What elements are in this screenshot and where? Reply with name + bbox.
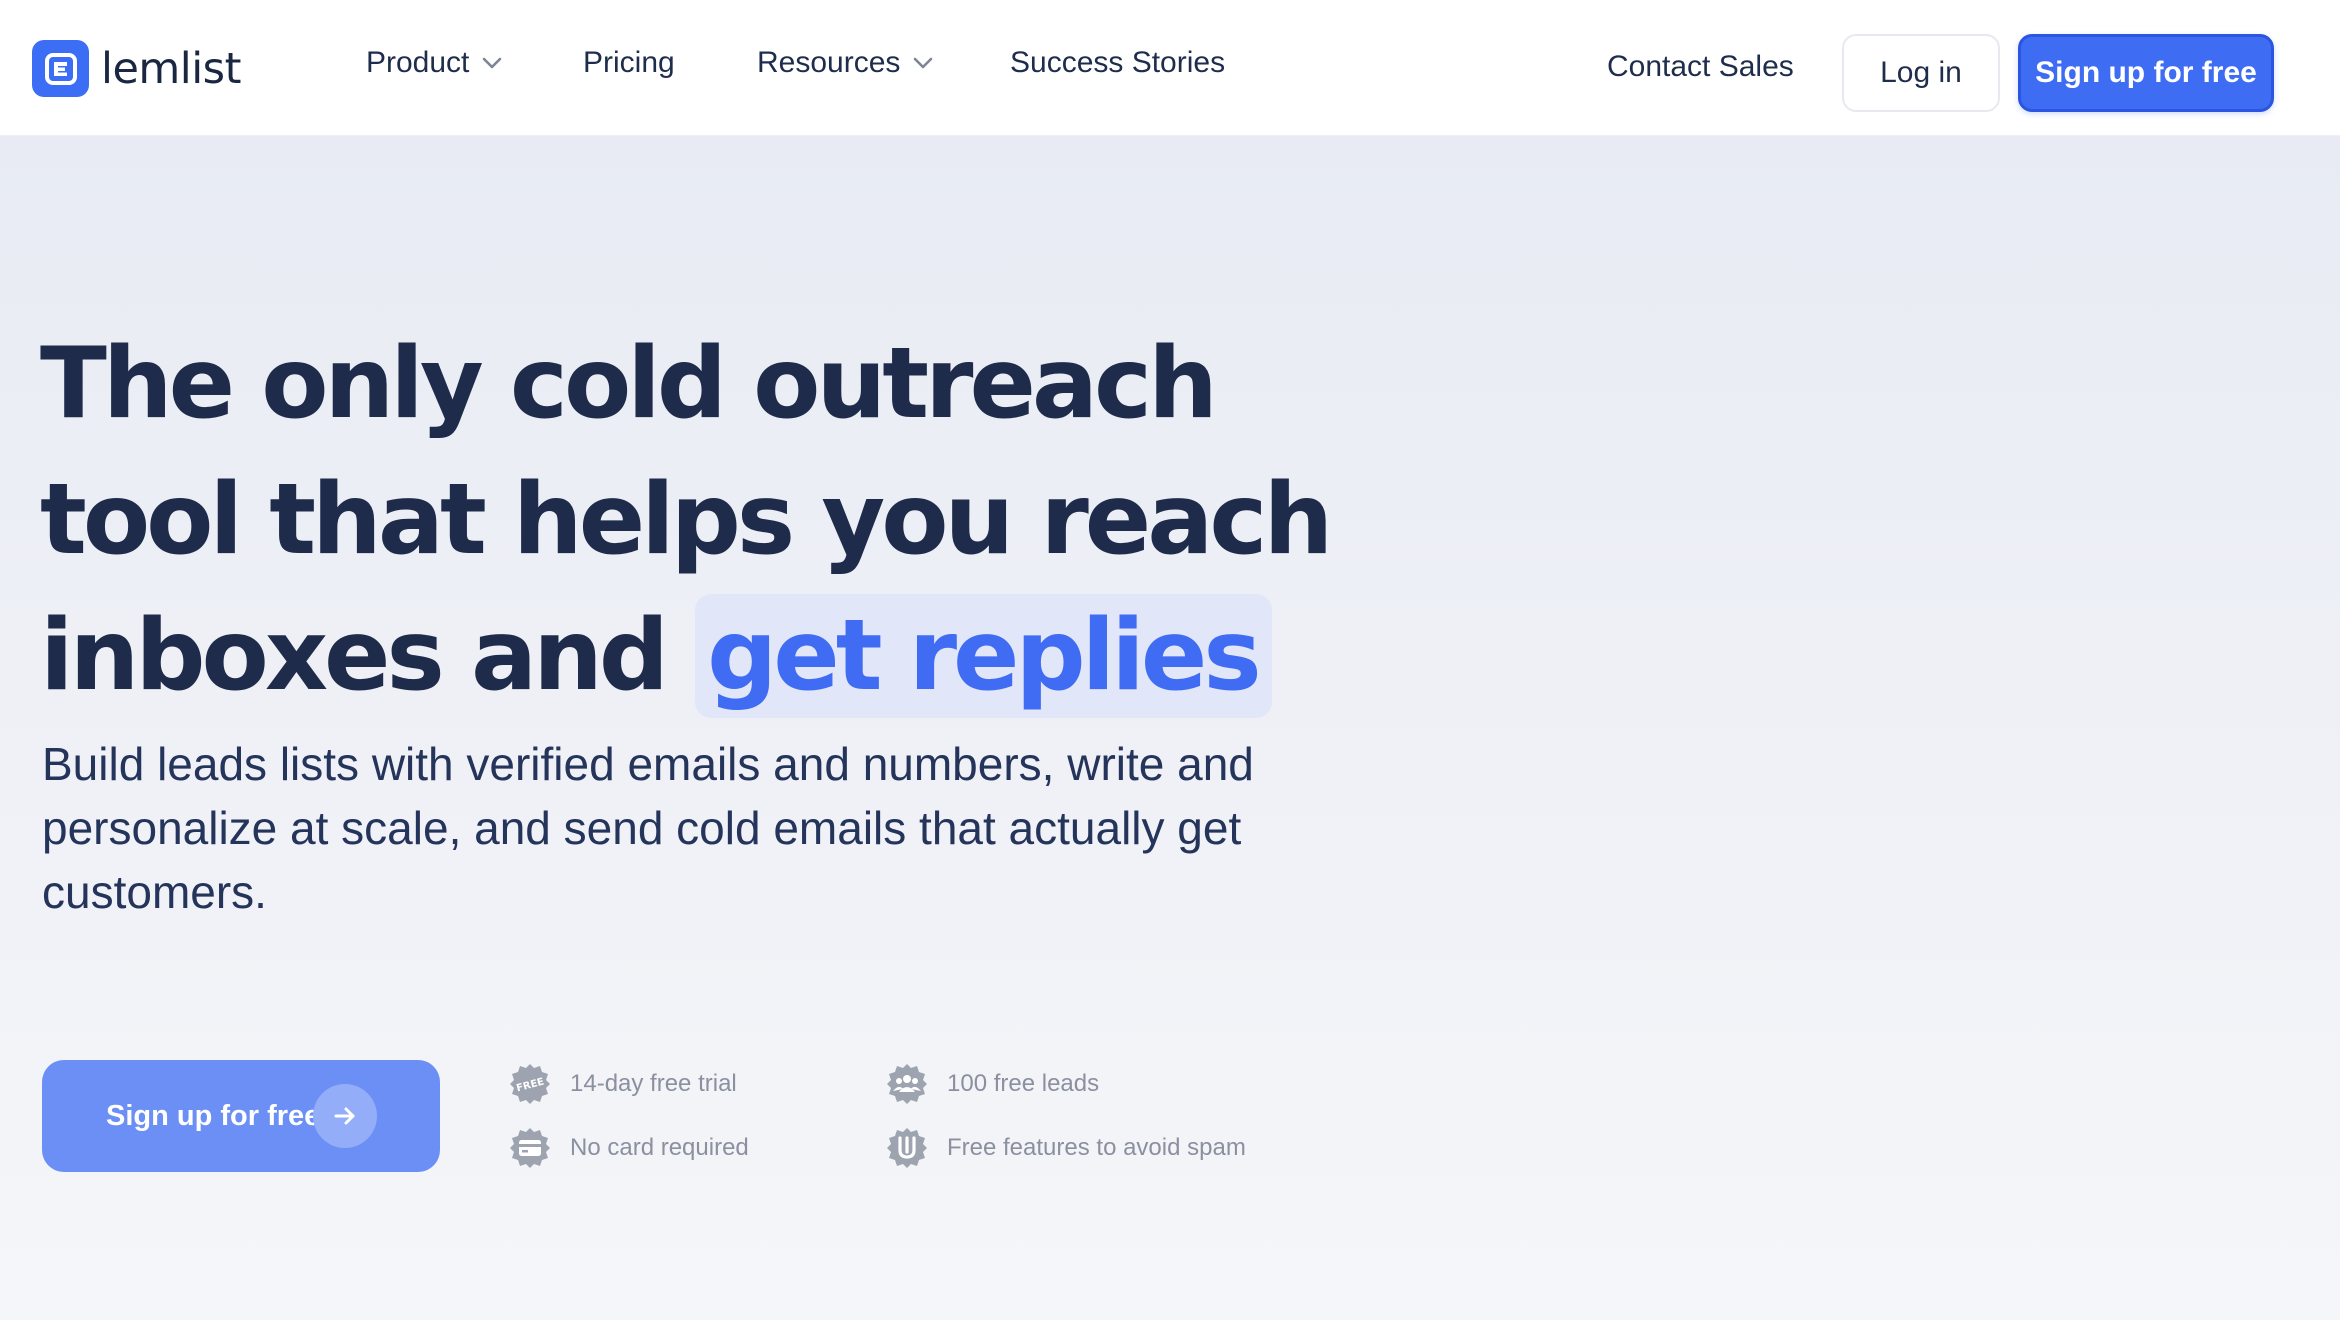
lemlist-logo-icon <box>32 40 89 97</box>
feature-avoid-spam: Free features to avoid spam <box>885 1126 1246 1170</box>
headline-line-2: tool that helps you reach <box>40 463 1333 577</box>
nav-item-product[interactable]: Product <box>366 46 503 80</box>
free-badge-icon: FREE <box>508 1062 552 1106</box>
login-button[interactable]: Log in <box>1842 34 2000 112</box>
arrow-right-icon <box>313 1084 377 1148</box>
feature-no-card: No card required <box>508 1126 749 1170</box>
feature-free-leads: 100 free leads <box>885 1062 1099 1106</box>
credit-card-badge-icon <box>508 1126 552 1170</box>
hero-section: The only cold outreach tool that helps y… <box>0 136 2340 1320</box>
headline-line-1: The only cold outreach <box>40 327 1218 441</box>
chevron-down-icon <box>483 57 502 69</box>
nav-item-resources[interactable]: Resources <box>757 46 934 80</box>
contact-sales-label: Contact Sales <box>1607 50 1794 83</box>
cta-label: Sign up for free <box>106 1099 321 1132</box>
chevron-down-icon <box>914 57 933 69</box>
people-badge-icon <box>885 1062 929 1106</box>
nav-item-label: Success Stories <box>1010 46 1226 79</box>
headline-line-3-prefix: inboxes and <box>40 599 669 713</box>
headline-highlight: get replies <box>695 594 1272 718</box>
hero-subtext: Build leads lists with verified emails a… <box>42 738 1254 918</box>
feature-free-trial: FREE 14-day free trial <box>508 1062 737 1106</box>
brand-logo[interactable]: lemlist <box>32 40 241 97</box>
nav-item-label: Resources <box>757 46 901 79</box>
nav-item-pricing[interactable]: Pricing <box>583 46 675 80</box>
brand-name: lemlist <box>101 43 241 94</box>
feature-label: 100 free leads <box>947 1070 1100 1097</box>
hero-signup-button[interactable]: Sign up for free <box>42 1060 440 1172</box>
feature-label: No card required <box>570 1134 749 1161</box>
signup-button[interactable]: Sign up for free <box>2018 34 2274 112</box>
hero-headline: The only cold outreach tool that helps y… <box>40 316 1340 724</box>
shield-badge-icon <box>885 1126 929 1170</box>
nav-item-label: Pricing <box>583 46 675 79</box>
nav-item-label: Product <box>366 46 470 79</box>
nav-item-success-stories[interactable]: Success Stories <box>1010 46 1225 80</box>
feature-label: Free features to avoid spam <box>947 1134 1246 1161</box>
headline-line-3: inboxes and get replies <box>40 588 1340 724</box>
feature-label: 14-day free trial <box>570 1070 737 1097</box>
contact-sales-link[interactable]: Contact Sales <box>1607 50 1794 84</box>
top-navbar: lemlist Product Pricing Resources Succes… <box>0 0 2340 136</box>
